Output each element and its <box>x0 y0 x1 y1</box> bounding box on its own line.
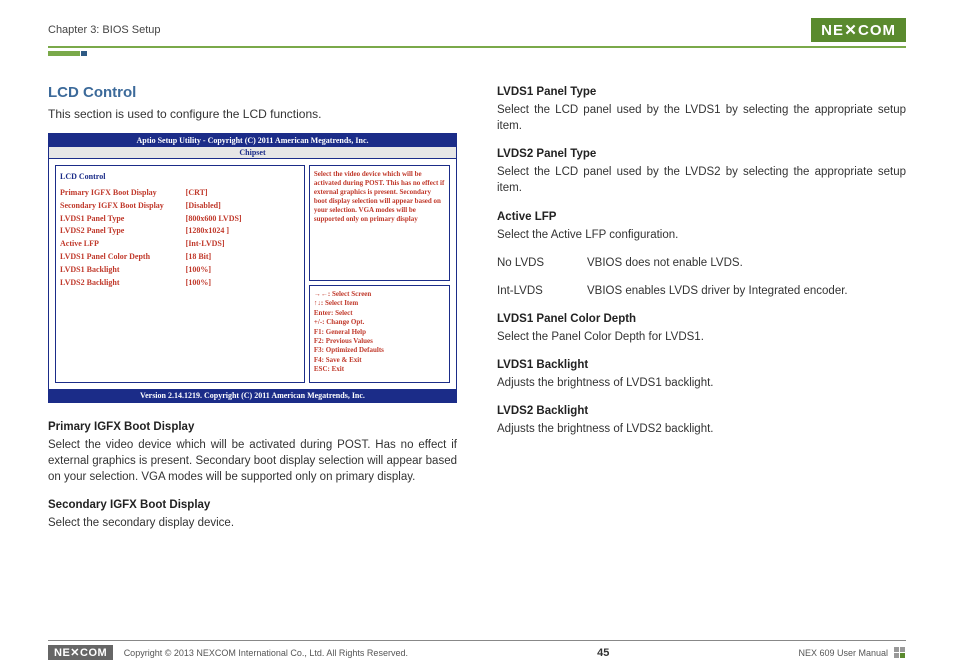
footer-squares-icon <box>894 647 906 659</box>
bios-titlebar: Aptio Setup Utility - Copyright (C) 2011… <box>49 134 456 147</box>
page-footer: NE✕COM Copyright © 2013 NEXCOM Internati… <box>48 640 906 660</box>
header-accent <box>48 51 906 56</box>
bios-row: LVDS2 Panel Type[1280x1024 ] <box>60 225 300 238</box>
bios-row: LVDS1 Panel Type[800x600 LVDS] <box>60 213 300 226</box>
footer-left: NE✕COM Copyright © 2013 NEXCOM Internati… <box>48 645 408 660</box>
desc-text: Select the LCD panel used by the LVDS2 b… <box>497 164 906 196</box>
brand-part1: NE <box>821 22 844 39</box>
desc-heading: LVDS2 Panel Type <box>497 146 906 162</box>
def-desc: VBIOS does not enable LVDS. <box>587 255 743 271</box>
desc-heading: LVDS1 Panel Type <box>497 84 906 100</box>
desc-text: Select the secondary display device. <box>48 515 457 531</box>
left-column: LCD Control This section is used to conf… <box>48 84 457 544</box>
footer-right: NEX 609 User Manual <box>798 647 906 659</box>
bios-footer: Version 2.14.1219. Copyright (C) 2011 Am… <box>49 389 456 402</box>
page-header: Chapter 3: BIOS Setup NE✕COM <box>48 18 906 48</box>
bios-row: Active LFP[Int-LVDS] <box>60 238 300 251</box>
def-desc: VBIOS enables LVDS driver by Integrated … <box>587 283 848 299</box>
bios-settings-pane: LCD Control Primary IGFX Boot Display[CR… <box>55 165 305 383</box>
bios-row: Primary IGFX Boot Display[CRT] <box>60 187 300 200</box>
desc-text: Select the LCD panel used by the LVDS1 b… <box>497 102 906 134</box>
bios-row: LVDS1 Panel Color Depth[18 Bit] <box>60 251 300 264</box>
brand-part2: COM <box>858 22 896 39</box>
doc-name: NEX 609 User Manual <box>798 648 888 658</box>
footer-logo: NE✕COM <box>48 645 113 660</box>
desc-text: Adjusts the brightness of LVDS2 backligh… <box>497 421 906 437</box>
bios-section-header: LCD Control <box>60 172 300 181</box>
desc-text: Select the Panel Color Depth for LVDS1. <box>497 329 906 345</box>
desc-heading: LVDS2 Backlight <box>497 403 906 419</box>
desc-text: Select the Active LFP configuration. <box>497 227 906 243</box>
bios-key-legend: →←: Select Screen ↑↓: Select Item Enter:… <box>309 285 450 383</box>
copyright-text: Copyright © 2013 NEXCOM International Co… <box>124 648 408 658</box>
desc-primary-igfx: Primary IGFX Boot Display Select the vid… <box>48 419 457 532</box>
bios-row: LVDS2 Backlight[100%] <box>60 277 300 290</box>
section-title: LCD Control <box>48 84 457 101</box>
def-term: No LVDS <box>497 255 587 271</box>
section-intro: This section is used to configure the LC… <box>48 107 457 121</box>
brand-logo: NE✕COM <box>811 18 906 42</box>
bios-tabbar: Chipset <box>49 147 456 159</box>
def-term: Int-LVDS <box>497 283 587 299</box>
desc-heading: LVDS1 Backlight <box>497 357 906 373</box>
definition-row: No LVDS VBIOS does not enable LVDS. <box>497 255 906 271</box>
desc-text: Adjusts the brightness of LVDS1 backligh… <box>497 375 906 391</box>
brand-x-icon: ✕ <box>844 21 858 39</box>
bios-screenshot: Aptio Setup Utility - Copyright (C) 2011… <box>48 133 457 403</box>
page-number: 45 <box>597 647 609 659</box>
desc-heading: Active LFP <box>497 209 906 225</box>
right-column: LVDS1 Panel Type Select the LCD panel us… <box>497 84 906 544</box>
desc-heading: LVDS1 Panel Color Depth <box>497 311 906 327</box>
desc-heading: Secondary IGFX Boot Display <box>48 497 457 513</box>
bios-help-text: Select the video device which will be ac… <box>309 165 450 281</box>
definition-row: Int-LVDS VBIOS enables LVDS driver by In… <box>497 283 906 299</box>
desc-heading: Primary IGFX Boot Display <box>48 419 457 435</box>
bios-row: Secondary IGFX Boot Display[Disabled] <box>60 200 300 213</box>
chapter-label: Chapter 3: BIOS Setup <box>48 24 161 36</box>
bios-right-pane: Select the video device which will be ac… <box>309 165 450 383</box>
bios-row: LVDS1 Backlight[100%] <box>60 264 300 277</box>
desc-text: Select the video device which will be ac… <box>48 437 457 485</box>
bios-body: LCD Control Primary IGFX Boot Display[CR… <box>49 159 456 389</box>
desc-stack: LVDS1 Panel Type Select the LCD panel us… <box>497 84 906 438</box>
content-columns: LCD Control This section is used to conf… <box>48 84 906 544</box>
